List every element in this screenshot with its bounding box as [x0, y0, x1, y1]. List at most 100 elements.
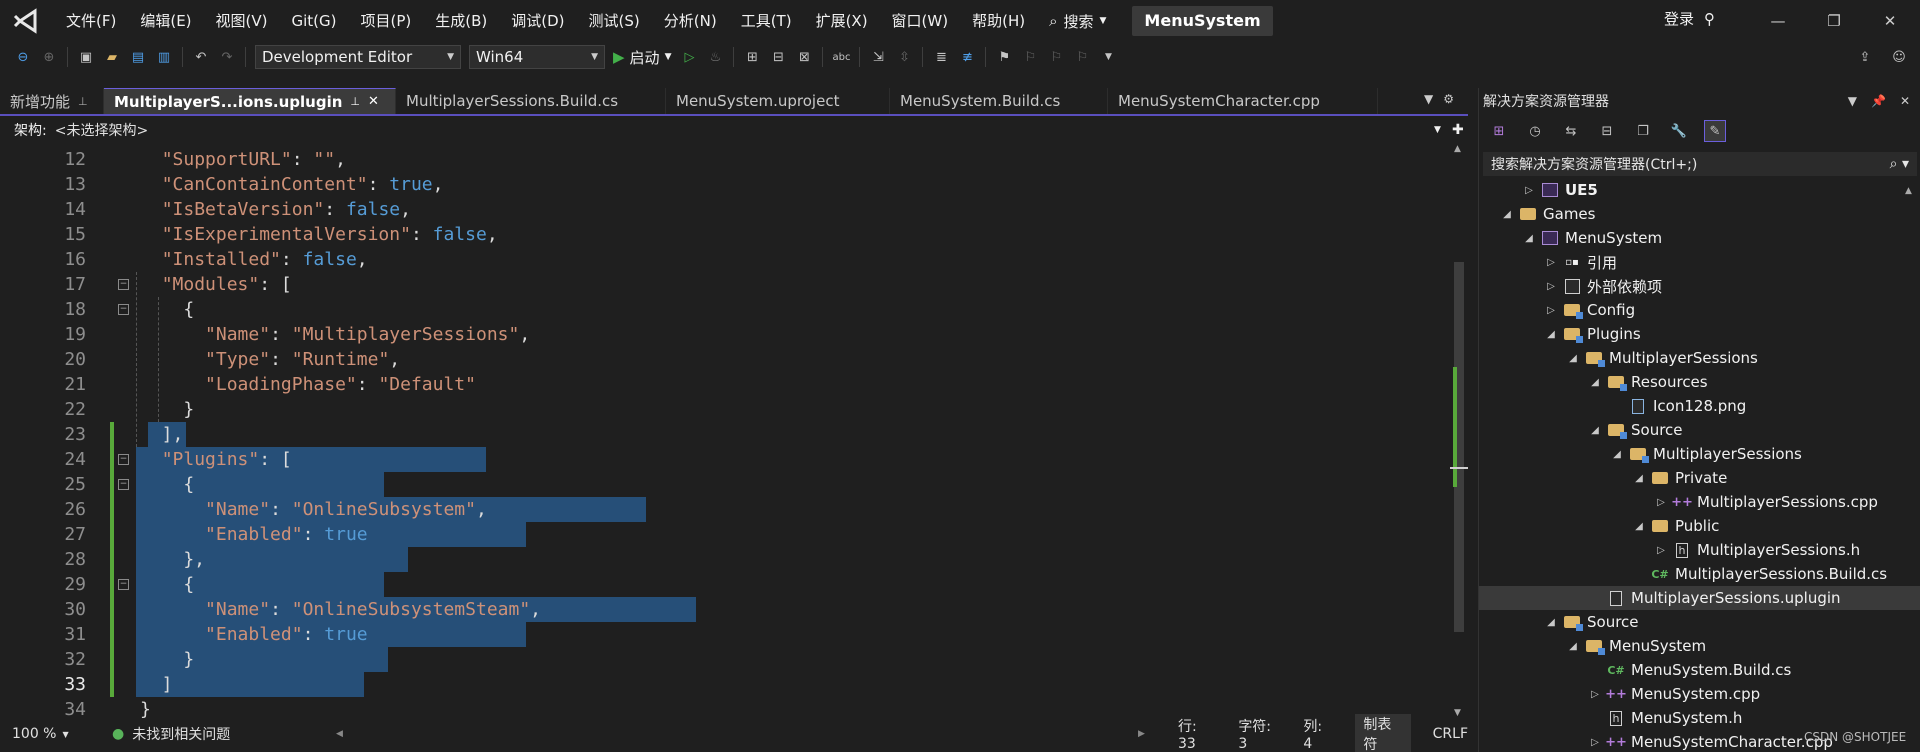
- scroll-left-icon[interactable]: ◀: [336, 729, 343, 739]
- spell-check-icon[interactable]: abc: [831, 47, 851, 67]
- explorer-scrollbar[interactable]: ▲: [1905, 178, 1915, 748]
- tree-node[interactable]: ◢ Source: [1479, 610, 1920, 634]
- zoom-select[interactable]: 100 % ▼: [0, 726, 90, 742]
- code-line[interactable]: 14 "IsBetaVersion": false,: [0, 197, 1450, 222]
- live-share-icon[interactable]: ⇪: [1855, 47, 1875, 67]
- code-line[interactable]: 28 },: [0, 547, 1450, 572]
- menu-item[interactable]: 窗口(W): [880, 7, 961, 35]
- editor-tab[interactable]: MultiplayerS...ions.uplugin ⊥ ✕: [104, 88, 396, 114]
- tree-node[interactable]: ◢ Private: [1479, 466, 1920, 490]
- solution-configuration-select[interactable]: Development Editor ▼: [255, 45, 461, 69]
- layout-icon[interactable]: ⊟: [768, 47, 788, 67]
- next-bookmark-icon[interactable]: ⚐: [1046, 47, 1066, 67]
- code-line[interactable]: 12 "SupportURL": "",: [0, 147, 1450, 172]
- issues-indicator[interactable]: ● 未找到相关问题: [112, 724, 230, 744]
- undo-icon[interactable]: ↶: [191, 47, 211, 67]
- close-icon[interactable]: ✕: [1862, 0, 1918, 42]
- code-line[interactable]: 19 "Name": "MultiplayerSessions",: [0, 322, 1450, 347]
- scroll-up-icon[interactable]: ▲: [1454, 144, 1461, 154]
- collapse-arrow-icon[interactable]: ◢: [1543, 617, 1559, 628]
- expand-arrow-icon[interactable]: ▷: [1543, 281, 1559, 292]
- breakpoint-icon[interactable]: ⇳: [894, 47, 914, 67]
- toolbar-overflow-icon[interactable]: ▼: [1098, 47, 1118, 67]
- editor-tab[interactable]: MenuSystem.uproject: [666, 88, 890, 114]
- close-tab-icon[interactable]: ✕: [368, 94, 379, 109]
- menu-item[interactable]: 帮助(H): [960, 7, 1037, 35]
- menu-item[interactable]: 文件(F): [54, 7, 128, 35]
- clear-bookmarks-icon[interactable]: ⚐: [1072, 47, 1092, 67]
- code-line[interactable]: 17 "Modules": [: [0, 272, 1450, 297]
- tree-node[interactable]: ◢ Games: [1479, 202, 1920, 226]
- chevron-down-icon[interactable]: ▼: [1434, 125, 1441, 135]
- tree-node[interactable]: ◢ MultiplayerSessions: [1479, 346, 1920, 370]
- project-name-badge[interactable]: MenuSystem: [1132, 6, 1273, 36]
- login-link[interactable]: 登录: [1664, 8, 1694, 29]
- account-settings-icon[interactable]: ⚲: [1704, 10, 1715, 28]
- tree-node[interactable]: ▷ 外部依赖项: [1479, 274, 1920, 298]
- save-icon[interactable]: ▤: [128, 47, 148, 67]
- start-debugging-button[interactable]: ▶ 启动 ▼: [613, 47, 671, 68]
- fold-toggle-icon[interactable]: −: [118, 304, 129, 315]
- menu-item[interactable]: 生成(B): [423, 7, 499, 35]
- save-all-icon[interactable]: ▥: [154, 47, 174, 67]
- pin-icon[interactable]: 📌: [1871, 94, 1886, 108]
- minimize-icon[interactable]: —: [1750, 0, 1806, 42]
- code-line[interactable]: 31 "Enabled": true: [0, 622, 1450, 647]
- menu-item[interactable]: 工具(T): [729, 7, 804, 35]
- pin-icon[interactable]: ⊥: [78, 95, 88, 108]
- new-project-icon[interactable]: ▣: [76, 47, 96, 67]
- tree-node[interactable]: C# MultiplayerSessions.Build.cs: [1479, 562, 1920, 586]
- prev-bookmark-icon[interactable]: ⚐: [1020, 47, 1040, 67]
- tree-node[interactable]: MultiplayerSessions.uplugin: [1479, 586, 1920, 610]
- code-line[interactable]: 23 ],: [0, 422, 1450, 447]
- tab-dropdown-icon[interactable]: ▼: [1424, 92, 1433, 106]
- comment-icon[interactable]: ≣: [931, 47, 951, 67]
- tree-node[interactable]: ▷ ▫▪ 引用: [1479, 250, 1920, 274]
- redo-icon[interactable]: ↷: [217, 47, 237, 67]
- start-without-debugging-icon[interactable]: ▷: [679, 47, 699, 67]
- tree-node[interactable]: ◢ MenuSystem: [1479, 226, 1920, 250]
- expand-arrow-icon[interactable]: ▷: [1521, 185, 1537, 196]
- menu-item[interactable]: 分析(N): [652, 7, 729, 35]
- code-line[interactable]: 18 {: [0, 297, 1450, 322]
- fold-toggle-icon[interactable]: −: [118, 279, 129, 290]
- col-indicator[interactable]: 列: 4: [1303, 716, 1333, 752]
- menu-item[interactable]: 视图(V): [204, 7, 280, 35]
- preview-selected-icon[interactable]: ✎: [1704, 120, 1726, 142]
- tree-node[interactable]: ◢ Source: [1479, 418, 1920, 442]
- expand-arrow-icon[interactable]: ▷: [1653, 545, 1669, 556]
- collapse-arrow-icon[interactable]: ◢: [1521, 233, 1537, 244]
- code-line[interactable]: 15 "IsExperimentalVersion": false,: [0, 222, 1450, 247]
- tree-node[interactable]: ▷ h MultiplayerSessions.h: [1479, 538, 1920, 562]
- restore-icon[interactable]: ❐: [1806, 0, 1862, 42]
- show-all-files-icon[interactable]: ❐: [1632, 120, 1654, 142]
- code-line[interactable]: 25 {: [0, 472, 1450, 497]
- tree-node[interactable]: ◢ Public: [1479, 514, 1920, 538]
- open-folder-icon[interactable]: ▰: [102, 47, 122, 67]
- expand-arrow-icon[interactable]: ▷: [1587, 737, 1603, 748]
- tree-node[interactable]: ◢ Plugins: [1479, 322, 1920, 346]
- pin-icon[interactable]: ⊥: [350, 95, 360, 108]
- row-indicator[interactable]: 行: 33: [1178, 716, 1216, 752]
- tree-node[interactable]: C# MenuSystem.Build.cs: [1479, 658, 1920, 682]
- editor-tab[interactable]: MenuSystemCharacter.cpp: [1108, 88, 1378, 114]
- collapse-arrow-icon[interactable]: ◢: [1587, 377, 1603, 388]
- uncomment-icon[interactable]: ≢: [957, 47, 977, 67]
- code-line[interactable]: 26 "Name": "OnlineSubsystem",: [0, 497, 1450, 522]
- indentation-indicator[interactable]: 制表符: [1355, 714, 1411, 752]
- scroll-right-icon[interactable]: ▶: [1138, 729, 1145, 739]
- sync-icon[interactable]: ⇆: [1560, 120, 1582, 142]
- code-line[interactable]: 34}: [0, 697, 1450, 722]
- collapse-all-icon[interactable]: ⊟: [1596, 120, 1618, 142]
- code-line[interactable]: 32 }: [0, 647, 1450, 672]
- history-icon[interactable]: ◷: [1524, 120, 1546, 142]
- code-line[interactable]: 29 {: [0, 572, 1450, 597]
- code-editor[interactable]: 12 "SupportURL": "", 13 "CanContainConten…: [0, 142, 1450, 722]
- fold-toggle-icon[interactable]: −: [118, 479, 129, 490]
- collapse-arrow-icon[interactable]: ◢: [1631, 473, 1647, 484]
- search-button[interactable]: ⌕ 搜索 ▼: [1037, 11, 1118, 32]
- menu-item[interactable]: 调试(D): [499, 7, 576, 35]
- collapse-arrow-icon[interactable]: ◢: [1543, 329, 1559, 340]
- bookmark-icon[interactable]: ⚑: [994, 47, 1014, 67]
- expand-arrow-icon[interactable]: ▷: [1543, 305, 1559, 316]
